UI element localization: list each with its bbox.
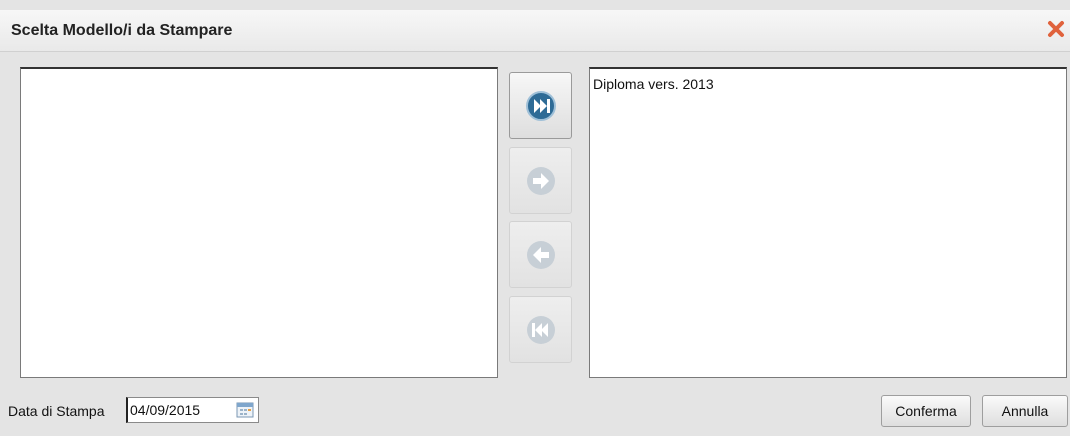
confirm-button[interactable]: Conferma — [881, 395, 971, 427]
dialog-titlebar: Scelta Modello/i da Stampare — [0, 10, 1070, 52]
calendar-icon[interactable] — [235, 401, 255, 419]
double-chevron-left-icon — [526, 315, 555, 344]
print-model-dialog: Scelta Modello/i da Stampare Diploma ver… — [0, 0, 1070, 436]
move-all-left-button[interactable] — [509, 296, 572, 363]
print-date-label: Data di Stampa — [8, 403, 105, 419]
print-date-field[interactable] — [126, 397, 259, 423]
arrow-right-icon — [526, 166, 555, 195]
arrow-left-icon — [526, 240, 555, 269]
print-date-input[interactable] — [130, 401, 232, 419]
close-icon[interactable] — [1046, 19, 1066, 39]
move-left-button[interactable] — [509, 221, 572, 288]
dialog-title: Scelta Modello/i da Stampare — [11, 22, 233, 39]
move-all-right-button[interactable] — [509, 72, 572, 139]
available-models-list[interactable] — [20, 67, 498, 378]
double-chevron-right-icon — [525, 90, 556, 121]
selected-models-list[interactable]: Diploma vers. 2013 — [589, 67, 1067, 378]
cancel-button[interactable]: Annulla — [982, 395, 1068, 427]
list-item[interactable]: Diploma vers. 2013 — [590, 69, 1066, 92]
move-right-button[interactable] — [509, 147, 572, 214]
